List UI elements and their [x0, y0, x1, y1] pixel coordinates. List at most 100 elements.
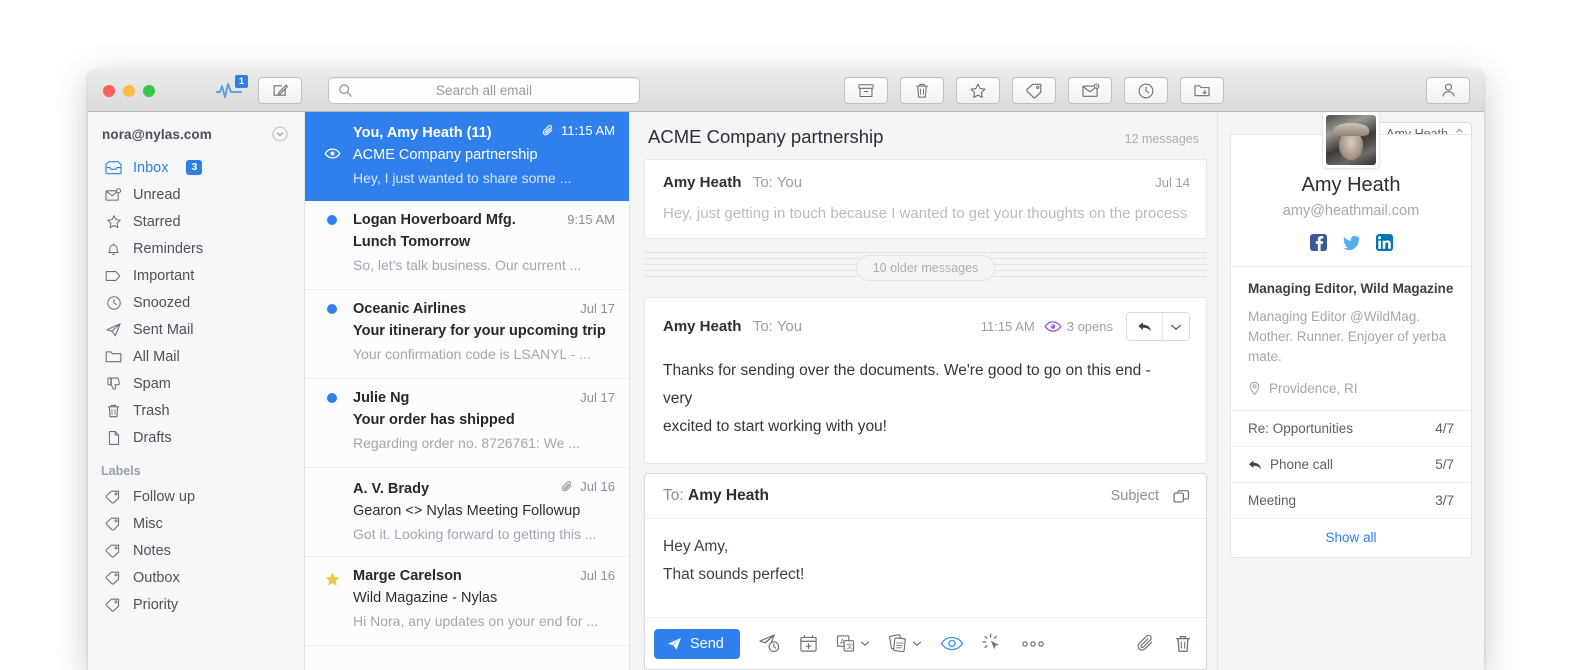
- popout-composer-icon[interactable]: [1173, 489, 1190, 504]
- activity-button[interactable]: 1: [212, 78, 246, 104]
- compose-to-prefix: To:: [663, 487, 684, 504]
- sidebar-item-label: Reminders: [133, 241, 203, 257]
- compose-header: To: Amy Heath Subject: [645, 474, 1206, 519]
- mail-item-content: Logan Hoverboard Mfg. 9:15 AM Lunch Tomo…: [353, 212, 615, 277]
- label-button[interactable]: [1012, 77, 1056, 104]
- sidebar-item-reminders[interactable]: Reminders: [88, 235, 304, 262]
- sidebar-label-text: Misc: [133, 516, 163, 532]
- compose-subject-toggle[interactable]: Subject: [1111, 488, 1159, 504]
- mail-list[interactable]: You, Amy Heath (11) 11:15 AM ACME Compan…: [305, 112, 630, 670]
- sidebar-item-drafts[interactable]: Drafts: [88, 424, 304, 451]
- contact-stat-row[interactable]: Meeting 3/7: [1231, 482, 1471, 518]
- linkedin-icon[interactable]: [1376, 234, 1393, 251]
- older-messages-row[interactable]: 10 older messages: [644, 248, 1207, 288]
- mail-item-subject: ACME Company partnership: [353, 147, 615, 163]
- contact-stat-row[interactable]: Re: Opportunities 4/7: [1231, 410, 1471, 446]
- reply-icon: [1248, 459, 1263, 471]
- sidebar-item-unread[interactable]: Unread: [88, 181, 304, 208]
- star-button[interactable]: [956, 77, 1000, 104]
- message-collapsed[interactable]: Amy Heath To: You Jul 14 Hey, just getti…: [644, 159, 1207, 239]
- compose-pencil-icon: [272, 82, 289, 99]
- archive-icon: [857, 83, 875, 99]
- templates-button[interactable]: A 文: [836, 634, 870, 653]
- sidebar-label-follow-up[interactable]: Follow up: [88, 483, 304, 510]
- sidebar-item-snoozed[interactable]: Snoozed: [88, 289, 304, 316]
- mail-item-snippet: Hey, I just wanted to share some ...: [353, 170, 615, 186]
- read-receipts-button[interactable]: [940, 636, 964, 651]
- mail-list-item[interactable]: You, Amy Heath (11) 11:15 AM ACME Compan…: [305, 112, 629, 201]
- account-chevron-down-icon[interactable]: [272, 126, 288, 142]
- mark-unread-button[interactable]: [1068, 77, 1112, 104]
- compose-to-recipient: Amy Heath: [688, 487, 769, 504]
- unread-dot-icon[interactable]: [327, 304, 337, 314]
- open-tracking[interactable]: 3 opens: [1044, 319, 1113, 334]
- link-tracking-icon: [982, 633, 1003, 654]
- sidebar-item-important[interactable]: Important: [88, 262, 304, 289]
- facebook-icon[interactable]: [1310, 234, 1327, 251]
- reply-options-button[interactable]: [1163, 313, 1189, 340]
- sidebar-item-label: Snoozed: [133, 295, 190, 311]
- more-options-button[interactable]: [1021, 640, 1045, 648]
- contact-social-links: [1231, 234, 1471, 266]
- sidebar-item-sent-mail[interactable]: Sent Mail: [88, 316, 304, 343]
- snooze-button[interactable]: [1124, 77, 1168, 104]
- search-box[interactable]: [328, 77, 640, 104]
- attach-file-button[interactable]: [1137, 634, 1156, 654]
- contact-sidebar-toggle-button[interactable]: [1426, 77, 1470, 104]
- more-options-icon: [1021, 640, 1045, 648]
- sidebar-item-all-mail[interactable]: All Mail: [88, 343, 304, 370]
- compose-body[interactable]: Hey Amy, That sounds perfect!: [645, 519, 1206, 617]
- search-input[interactable]: [329, 83, 639, 98]
- location-pin-icon: [1248, 381, 1261, 396]
- sidebar-item-label: Inbox: [133, 160, 168, 176]
- paper-plane-icon: [105, 321, 122, 338]
- mail-list-item[interactable]: A. V. Brady Jul 16 Gearon <> Nylas Meeti…: [305, 468, 629, 557]
- sidebar-label-priority[interactable]: Priority: [88, 591, 304, 618]
- sidebar-item-starred[interactable]: Starred: [88, 208, 304, 235]
- mail-list-item[interactable]: Julie Ng Jul 17 Your order has shipped R…: [305, 379, 629, 468]
- older-messages-pill[interactable]: 10 older messages: [856, 255, 996, 281]
- maximize-window-button[interactable]: [143, 85, 155, 97]
- snippets-button[interactable]: [888, 634, 922, 654]
- mail-list-item[interactable]: Oceanic Airlines Jul 17 Your itinerary f…: [305, 290, 629, 379]
- sidebar-label-notes[interactable]: Notes: [88, 537, 304, 564]
- move-to-folder-button[interactable]: [1180, 77, 1224, 104]
- discard-draft-button[interactable]: [1174, 634, 1192, 654]
- sidebar-label-outbox[interactable]: Outbox: [88, 564, 304, 591]
- eye-tracking-icon: [1044, 321, 1062, 332]
- sidebar-item-spam[interactable]: Spam: [88, 370, 304, 397]
- archive-button[interactable]: [844, 77, 888, 104]
- sidebar-item-inbox[interactable]: Inbox 3: [88, 154, 304, 181]
- unread-dot-icon[interactable]: [327, 393, 337, 403]
- read-receipts-icon: [940, 636, 964, 651]
- templates-icon: A 文: [836, 634, 857, 653]
- twitter-icon[interactable]: [1343, 234, 1360, 251]
- contact-location: Providence, RI: [1248, 381, 1454, 396]
- link-tracking-button[interactable]: [982, 633, 1003, 654]
- star-filled-icon[interactable]: [324, 571, 341, 588]
- folder-icon: [105, 348, 122, 365]
- contact-email: amy@heathmail.com: [1231, 203, 1471, 219]
- compose-button[interactable]: [258, 77, 302, 104]
- show-all-link[interactable]: Show all: [1231, 518, 1471, 557]
- sidebar-label-misc[interactable]: Misc: [88, 510, 304, 537]
- close-window-button[interactable]: [103, 85, 115, 97]
- send-plane-icon: [667, 637, 682, 651]
- mail-list-item[interactable]: Marge Carelson Jul 16 Wild Magazine - Ny…: [305, 557, 629, 646]
- contact-bio-line-1: Managing Editor @WildMag.: [1248, 307, 1454, 327]
- trash-button[interactable]: [900, 77, 944, 104]
- mail-list-item[interactable]: Logan Hoverboard Mfg. 9:15 AM Lunch Tomo…: [305, 201, 629, 290]
- account-row[interactable]: nora@nylas.com: [88, 122, 304, 154]
- contact-stat-value: 4/7: [1435, 421, 1454, 436]
- schedule-meeting-button[interactable]: [799, 634, 818, 654]
- compose-to-field[interactable]: To: Amy Heath: [663, 487, 769, 505]
- reply-button[interactable]: [1127, 313, 1163, 340]
- unread-dot-icon[interactable]: [327, 215, 337, 225]
- send-later-button[interactable]: [758, 633, 781, 654]
- tag-icon: [105, 596, 122, 613]
- minimize-window-button[interactable]: [123, 85, 135, 97]
- send-button[interactable]: Send: [654, 629, 740, 659]
- snippets-icon: [888, 634, 909, 654]
- sidebar-item-trash[interactable]: Trash: [88, 397, 304, 424]
- contact-stat-row[interactable]: Phone call 5/7: [1231, 446, 1471, 482]
